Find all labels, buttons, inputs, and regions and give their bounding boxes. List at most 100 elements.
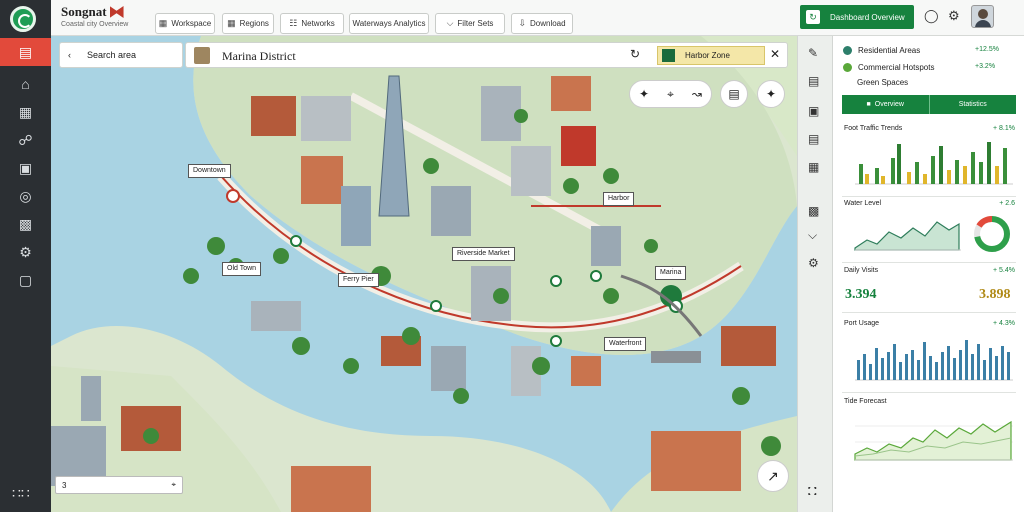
layers-toggle-icon[interactable]: ▤ [720,80,748,108]
water-value: + 2.6 [999,200,1015,207]
location-icon[interactable]: ✦ [757,80,785,108]
measure-icon[interactable]: ⌖ [667,87,674,102]
cursor-icon[interactable]: ✎ [808,46,818,60]
tab-overview[interactable]: ■ Overview [842,95,929,114]
location-thumbnail [194,47,210,64]
traffic-value: + 8.1% [993,125,1015,132]
map-label[interactable]: Waterfront [604,337,647,351]
settings-icon[interactable]: ⚙ [0,238,51,266]
brand-flag-icon [109,6,124,18]
panel-tabs: ■ Overview Statistics [842,95,1016,114]
app-logo-icon[interactable] [10,6,36,32]
compass-icon[interactable]: ↗ [757,460,789,492]
tool-column: ✎ ▤ ▣ ▤ ▦ ▩ ⌵ ⚙ ⛚ [797,36,833,512]
map-label[interactable]: Marina [655,266,687,280]
water-title: Water Level [844,200,882,207]
toolbar-button-networks[interactable]: ☷ Networks [280,13,344,34]
toolbar-button-label: Filter Sets [457,19,494,28]
apps-grid-icon[interactable]: ∷∷ [12,485,30,502]
link-icon[interactable]: ☍ [0,126,51,154]
divider [842,262,1016,263]
app-title: Songnat [61,4,107,19]
target-icon[interactable]: ◎ [0,182,51,210]
table-icon[interactable]: ▤ [0,38,51,66]
zone-icon [662,49,675,62]
settings-icon[interactable]: ⚙ [808,256,819,270]
chart-icon[interactable]: ▤ [808,132,819,146]
layers-icon[interactable]: ▤ [808,74,819,88]
map-label[interactable]: Ferry Pier [338,273,379,287]
back-search-panel[interactable]: ‹ Search area [59,42,183,68]
route-icon[interactable]: ↝ [692,87,702,101]
zone-chip-label: Harbor Zone [685,51,730,60]
map-label[interactable]: Harbor [603,192,635,206]
dashboard-overview-button[interactable]: ↻ Dashboard Overview [800,5,914,29]
shield-icon[interactable]: ⛚ [808,484,817,499]
legend-dot-icon [843,46,852,55]
home-icon[interactable]: ⌂ [0,70,51,98]
top-bar: Songnat Coastal city Overview ▦ Workspace… [51,0,1024,36]
chevron-left-icon[interactable]: ‹ [68,50,71,60]
toolbar-button-label: Waterways Analytics [352,19,426,28]
toolbar-button-label: Workspace [171,19,212,28]
draw-icon[interactable]: ✦ [639,87,649,101]
legend-item: Commercial Hotspots [843,63,934,72]
metric-primary: 3.394 [845,287,877,302]
building-icon[interactable]: ▩ [0,210,51,238]
gear-icon[interactable]: ⚙ [948,8,960,24]
legend-label: Commercial Hotspots [858,63,935,72]
inbox-icon[interactable]: ▣ [808,104,819,118]
map-title: Marina District [222,49,296,63]
map-label[interactable]: Riverside Market [452,247,515,261]
network-icon: ☷ [289,18,298,28]
image-icon[interactable]: ▩ [808,204,819,218]
tide-line-chart [854,420,1013,461]
toolbar-button-workspace[interactable]: ▦ Workspace [155,13,215,34]
toolbar-button-label: Download [529,19,566,28]
metrics-title: Daily Visits [844,267,879,274]
stats-icon[interactable]: ▦ [808,160,819,174]
export-icon[interactable]: ▢ [0,266,51,294]
usage-bar-chart [855,340,1013,381]
refresh-icon[interactable]: ↻ [630,47,640,61]
brand: Songnat Coastal city Overview [61,4,128,28]
toolbar-button-waterways[interactable]: Waterways Analytics [349,13,429,34]
usage-value: + 4.3% [993,320,1015,327]
search-label: Search area [87,50,137,60]
help-icon[interactable]: ◯ [924,8,939,24]
legend-dot-icon [843,63,852,72]
legend-item: Green Spaces [857,78,908,87]
close-icon[interactable]: ✕ [770,47,780,61]
map-scale-bar[interactable]: 3 ⌖ [55,476,183,494]
app-subtitle: Coastal city Overview [61,21,129,28]
filter-icon: ⌵ [446,18,454,28]
tab-icon: ■ [866,101,871,108]
legend-value: +12.5% [975,46,999,53]
trend-title: Tide Forecast [844,398,887,405]
zoom-icon[interactable]: ⌖ [171,480,176,490]
usage-bars [857,340,1010,380]
grid-icon: ▦ [227,18,236,28]
metrics-value: + 5.4% [993,267,1015,274]
legend-label: Green Spaces [857,78,909,87]
primary-button-label: Dashboard Overview [830,12,905,22]
donut-chart [974,216,1010,252]
toolbar-button-filters[interactable]: ⌵ Filter Sets [435,13,505,34]
layers-icon[interactable]: ▦ [0,98,51,126]
metric-secondary: 3.898 [979,287,1011,302]
legend-item: Residential Areas [843,46,920,55]
chart-icon[interactable]: ▣ [0,154,51,182]
scale-value: 3 [62,480,67,490]
avatar[interactable] [971,5,994,28]
toolbar-button-download[interactable]: ⇩ Download [511,13,573,34]
tab-statistics[interactable]: Statistics [928,95,1017,114]
city-map[interactable]: ‹ Search area Marina District ↻ Harbor Zo… [51,36,797,512]
map-label[interactable]: Old Town [222,262,262,276]
filter-icon[interactable]: ⌵ [808,228,817,243]
usage-title: Port Usage [844,320,880,327]
map-label[interactable]: Downtown [188,164,231,178]
left-rail: ▤ ⌂ ▦ ☍ ▣ ◎ ▩ ⚙ ▢ ∷∷ [0,0,51,512]
toolbar-button-regions[interactable]: ▦ Regions [222,13,274,34]
traffic-title: Foot Traffic Trends [844,125,903,132]
zone-chip[interactable]: Harbor Zone [657,46,765,65]
